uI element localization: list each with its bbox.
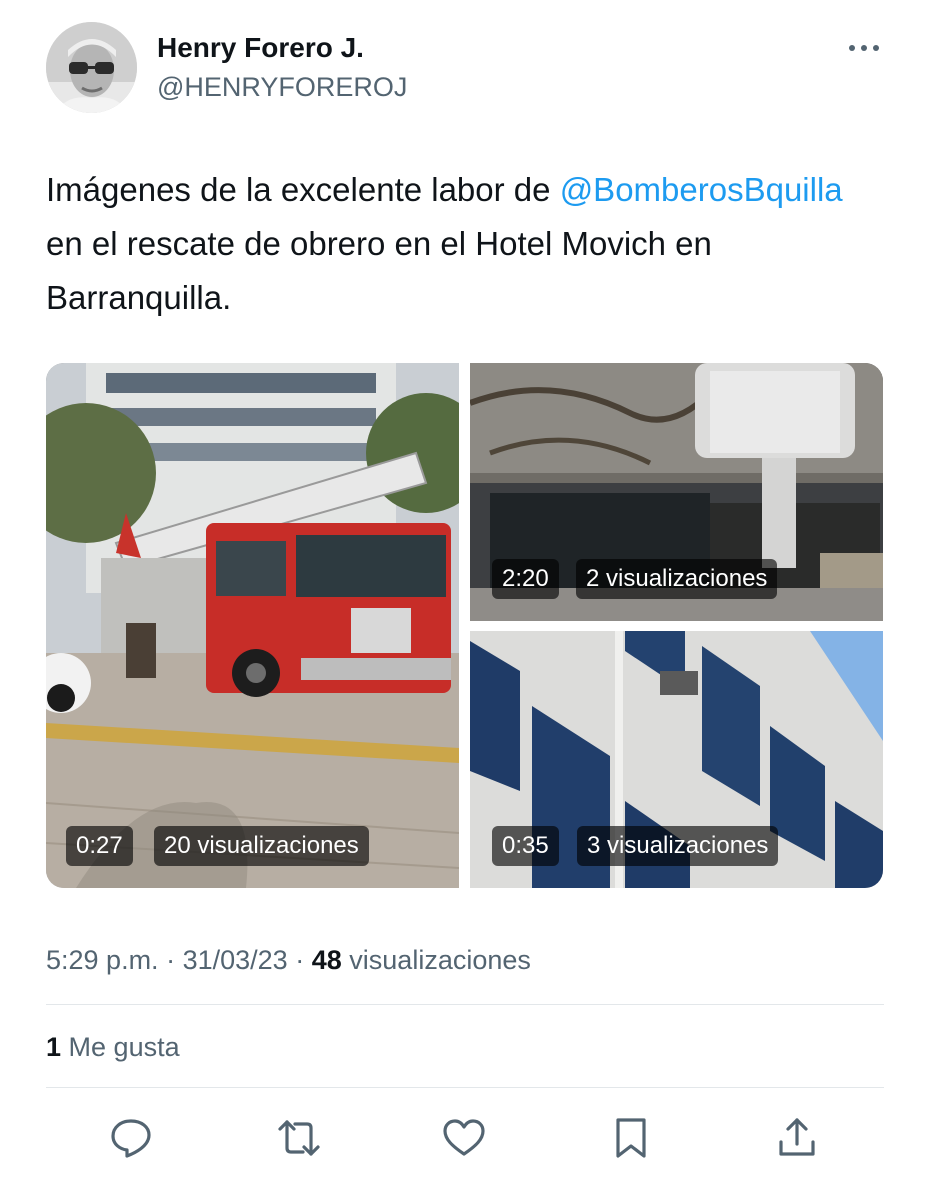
more-horizontal-icon <box>849 45 879 51</box>
tweet-text-end: en el rescate de obrero en el Hotel Movi… <box>46 225 712 316</box>
reply-icon <box>111 1119 151 1158</box>
video-thumbnail-1[interactable]: 0:27 20 visualizaciones <box>46 363 459 888</box>
views-label: visualizaciones <box>349 945 531 975</box>
likes-label: Me gusta <box>68 1032 180 1062</box>
more-options-button[interactable] <box>840 30 888 66</box>
video-duration: 0:27 <box>66 826 133 866</box>
like-button[interactable] <box>440 1114 488 1162</box>
share-icon <box>779 1118 815 1156</box>
author-handle[interactable]: @HENRYFOREROJ <box>157 69 407 105</box>
retweet-button[interactable] <box>275 1114 323 1162</box>
fire-truck-photo <box>46 363 459 888</box>
meta-separator: · <box>166 945 176 975</box>
likes-count: 1 <box>46 1032 62 1062</box>
bookmark-button[interactable] <box>607 1114 655 1162</box>
tweet-date[interactable]: 31/03/23 <box>183 945 288 975</box>
tweet-metadata: 5:29 p.m. · 31/03/23 · 48 visualizacione… <box>46 940 531 980</box>
author-avatar[interactable] <box>46 22 137 113</box>
retweet-icon <box>278 1120 320 1156</box>
video-duration: 2:20 <box>492 559 559 599</box>
video-duration: 0:35 <box>492 826 559 866</box>
divider <box>46 1004 884 1005</box>
tweet-time[interactable]: 5:29 p.m. <box>46 945 159 975</box>
video-thumbnail-2[interactable]: 2:20 2 visualizaciones <box>470 363 883 621</box>
user-avatar <box>46 22 137 113</box>
video-views: 3 visualizaciones <box>577 826 779 866</box>
video-views: 20 visualizaciones <box>154 826 369 866</box>
meta-separator: · <box>295 945 305 975</box>
tweet-text: Imágenes de la excelente labor de @Bombe… <box>46 163 886 325</box>
likes-stat[interactable]: 1 Me gusta <box>46 1027 180 1067</box>
mention-link[interactable]: @BomberosBquilla <box>560 171 843 208</box>
author-display-name[interactable]: Henry Forero J. <box>157 30 364 66</box>
views-count: 48 <box>311 945 342 975</box>
share-button[interactable] <box>773 1114 821 1162</box>
divider <box>46 1087 884 1088</box>
bookmark-icon <box>616 1118 646 1158</box>
tweet-text-start: Imágenes de la excelente labor de <box>46 171 560 208</box>
like-icon <box>443 1119 485 1156</box>
reply-button[interactable] <box>107 1114 155 1162</box>
video-views: 2 visualizaciones <box>576 559 778 599</box>
video-thumbnail-3[interactable]: 0:35 3 visualizaciones <box>470 631 883 888</box>
